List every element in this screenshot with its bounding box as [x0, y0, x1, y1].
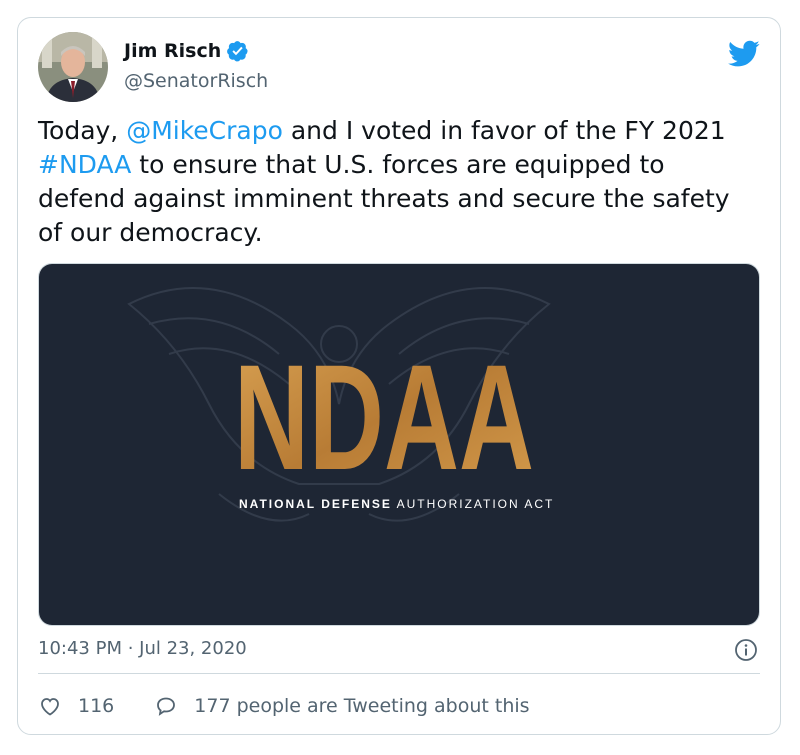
tweet-actions: 116 177 people are Tweeting about this [38, 694, 530, 718]
tweeting-about-link[interactable]: 177 people are Tweeting about this [154, 694, 530, 718]
author-handle[interactable]: @SenatorRisch [124, 70, 268, 92]
tweet-text-part: Today, [38, 116, 127, 145]
heart-icon [41, 698, 59, 716]
ndaa-logo-text: NDAA [234, 333, 534, 501]
author-name[interactable]: Jim Risch [124, 40, 221, 62]
twitter-bird-icon[interactable] [728, 40, 760, 68]
avatar[interactable] [38, 32, 108, 102]
tweet-media-image[interactable]: NDAA NATIONAL DEFENSE AUTHORIZATION ACT [38, 263, 760, 626]
tweet-timestamp[interactable]: 10:43 PM · Jul 23, 2020 [38, 638, 247, 659]
tweet-text: Today, @MikeCrapo and I voted in favor o… [38, 114, 758, 250]
tweeting-about-text: 177 people are Tweeting about this [194, 695, 530, 717]
ndaa-banner: NDAA NATIONAL DEFENSE AUTHORIZATION ACT [39, 264, 759, 625]
avatar-image [38, 32, 108, 102]
tweet-text-part: and I voted in favor of the FY 2021 [282, 116, 726, 145]
like-button[interactable]: 116 [38, 694, 114, 718]
ndaa-subtitle-bold: NATIONAL DEFENSE [239, 497, 392, 511]
mention-link[interactable]: @MikeCrapo [126, 116, 283, 145]
tweet-text-part: to ensure that U.S. forces are equipped … [38, 150, 730, 247]
like-count: 116 [78, 695, 115, 717]
ndaa-subtitle: NATIONAL DEFENSE AUTHORIZATION ACT [239, 497, 554, 511]
verified-badge-icon [227, 41, 248, 62]
hashtag-link[interactable]: #NDAA [38, 150, 131, 179]
speech-bubble-icon [157, 697, 176, 716]
tweet-card: Jim Risch @SenatorRisch Today, @MikeCrap… [17, 17, 781, 735]
info-icon[interactable] [734, 638, 758, 662]
divider [38, 673, 760, 674]
ndaa-subtitle-light: AUTHORIZATION ACT [392, 497, 554, 511]
